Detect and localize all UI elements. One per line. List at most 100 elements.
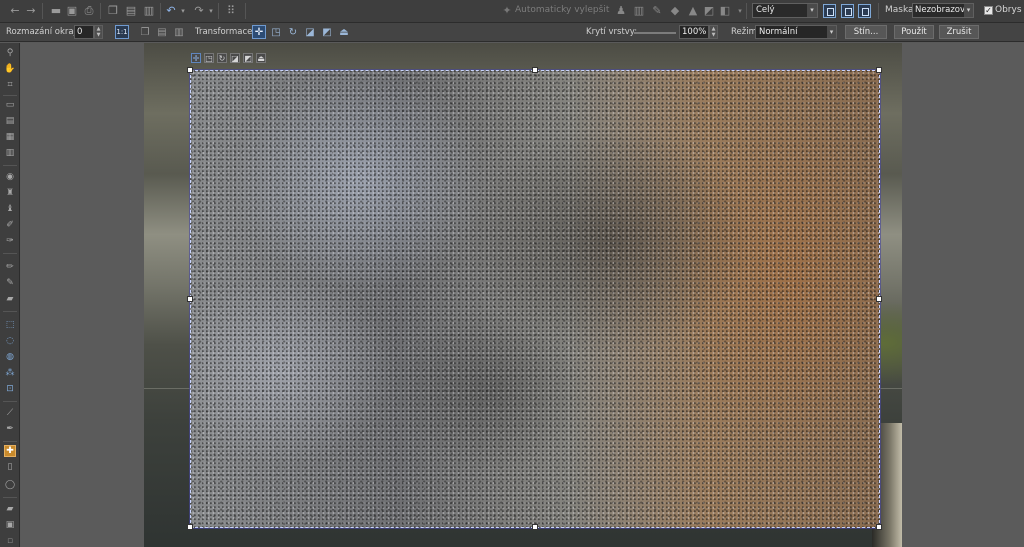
resize-handle-top-right[interactable]	[876, 67, 882, 73]
undo-dropdown-icon[interactable]: ▾	[176, 4, 190, 18]
sharpen-icon[interactable]: ◆	[668, 4, 682, 18]
scale-icon[interactable]: ◳	[204, 53, 214, 63]
wand-icon[interactable]: ✦	[500, 4, 514, 18]
redo-dropdown-icon[interactable]: ▾	[204, 4, 218, 18]
opacity-input[interactable]: 100%	[679, 25, 709, 39]
curves-icon[interactable]: ◩	[702, 4, 716, 18]
resize-handle-bottom-left[interactable]	[187, 524, 193, 530]
rotate-transform-icon[interactable]: ↻	[286, 25, 300, 39]
paste-icon[interactable]: ▤	[124, 4, 138, 18]
shadow-button[interactable]: Stín...	[845, 25, 887, 39]
copy-icon[interactable]: ❐	[106, 4, 120, 18]
print-icon[interactable]: ⎙	[82, 4, 96, 18]
move-transform-icon[interactable]: ✛	[252, 25, 266, 39]
resize-handle-top[interactable]	[532, 67, 538, 73]
distort-icon[interactable]: ◩	[243, 53, 253, 63]
brush-select-icon[interactable]: ⊡	[4, 383, 16, 395]
toolbar-separator	[218, 3, 219, 19]
red-eye-tool-icon[interactable]: ◉	[4, 171, 16, 183]
paste-new-icon[interactable]: ▥	[142, 4, 156, 18]
healing-tool-icon[interactable]: ♝	[4, 203, 16, 215]
more-tools-icon[interactable]: ▫	[4, 535, 16, 547]
arrange-icon[interactable]: ⠿	[224, 4, 238, 18]
rect-select-icon[interactable]: ⬚	[4, 319, 16, 331]
opacity-spinner[interactable]: ▲ ▼	[709, 25, 718, 39]
smudge-tool-icon[interactable]: ✑	[4, 235, 16, 247]
fill-tool-icon[interactable]: ▰	[4, 503, 16, 515]
cancel-button[interactable]: Zrušit	[939, 25, 979, 39]
distort-transform-icon[interactable]: ◩	[320, 25, 334, 39]
copy-layer-icon[interactable]: ❐	[138, 25, 152, 39]
text-tool-icon[interactable]: ▯	[4, 461, 16, 473]
perspective-icon[interactable]: ⏏	[256, 53, 266, 63]
hand-tool-icon[interactable]: ✋	[4, 63, 16, 75]
zoom-view-select[interactable]: Celý ▾	[752, 3, 818, 18]
crowd-icon[interactable]: ♟	[614, 4, 628, 18]
resize-handle-left[interactable]	[187, 296, 193, 302]
merge-layer-icon[interactable]: ▥	[172, 25, 186, 39]
wand-tool-icon[interactable]: ⟋	[4, 407, 16, 419]
scale-transform-icon[interactable]: ◳	[269, 25, 283, 39]
grid-tool-icon[interactable]: ▦	[4, 131, 16, 143]
zoom-tool-icon[interactable]: ⚲	[4, 47, 16, 59]
brush-icon[interactable]: ✎	[650, 4, 664, 18]
tool-separator	[3, 95, 17, 96]
blend-mode-select[interactable]: Normální ▾	[755, 25, 837, 39]
resize-handle-right[interactable]	[876, 296, 882, 302]
tone-icon[interactable]: ▲	[686, 4, 700, 18]
lasso-select-icon[interactable]: ◍	[4, 351, 16, 363]
shape-tool-icon[interactable]: ◯	[4, 479, 16, 491]
move-icon[interactable]: ✛	[191, 53, 201, 63]
tool-separator	[3, 311, 17, 312]
rotate-icon[interactable]: ↻	[217, 53, 227, 63]
transform-bounding-box[interactable]	[189, 69, 881, 529]
blend-mode-value: Normální	[759, 27, 798, 37]
levels-icon[interactable]: ▥	[632, 4, 646, 18]
more-dropdown-icon[interactable]: ▾	[733, 4, 747, 18]
toolbar-separator	[746, 3, 747, 19]
crop-tool-icon[interactable]: ⌗	[4, 79, 16, 91]
magic-select-icon[interactable]: ⁂	[4, 367, 16, 379]
perspective-tool-icon[interactable]: ▤	[4, 115, 16, 127]
actual-pixels-icon[interactable]: 1:1	[115, 25, 129, 39]
skew-icon[interactable]: ◪	[230, 53, 240, 63]
toolbar-separator	[878, 3, 879, 19]
save-icon[interactable]: ▣	[65, 4, 79, 18]
actual-size-icon[interactable]	[858, 4, 871, 18]
feather-label: Rozmazání okrajů:	[6, 27, 85, 37]
move-layer-tool-icon[interactable]: ✚	[4, 445, 16, 457]
resize-handle-top-left[interactable]	[187, 67, 193, 73]
auto-enhance-button[interactable]: Automaticky vylepšit	[515, 5, 609, 15]
ellipse-select-icon[interactable]: ◌	[4, 335, 16, 347]
zoom-view-value: Celý	[756, 5, 775, 15]
perspective-transform-icon[interactable]: ⏏	[337, 25, 351, 39]
color-icon[interactable]: ◧	[718, 4, 732, 18]
apply-button[interactable]: Použít	[894, 25, 934, 39]
straighten-tool-icon[interactable]: ▭	[4, 99, 16, 111]
color-swatch-icon[interactable]: ▣	[4, 519, 16, 531]
outline-checkbox[interactable]: ✓	[984, 6, 993, 15]
back-icon[interactable]: ←	[8, 4, 22, 18]
clone-stamp-icon[interactable]: ♜	[4, 187, 16, 199]
fit-height-icon[interactable]	[841, 4, 854, 18]
toolbar-separator	[160, 3, 161, 19]
opacity-slider[interactable]	[634, 32, 676, 34]
pencil-tool-icon[interactable]: ✏	[4, 261, 16, 273]
feather-spinner[interactable]: ▲ ▼	[94, 25, 103, 39]
paste-layer-icon[interactable]: ▤	[155, 25, 169, 39]
eraser-tool-icon[interactable]: ▰	[4, 293, 16, 305]
resize-handle-bottom-right[interactable]	[876, 524, 882, 530]
tool-separator	[3, 441, 17, 442]
fit-window-icon[interactable]	[823, 4, 836, 18]
feather-input[interactable]: 0	[74, 25, 94, 39]
dodge-tool-icon[interactable]: ✐	[4, 219, 16, 231]
open-folder-icon[interactable]: ▬	[49, 4, 63, 18]
brush-tool-icon[interactable]: ✎	[4, 277, 16, 289]
forward-icon[interactable]: →	[24, 4, 38, 18]
mask-select[interactable]: Nezobrazovat ▾	[912, 3, 974, 18]
gradient-tool-icon[interactable]: ✒	[4, 423, 16, 435]
skew-transform-icon[interactable]: ◪	[303, 25, 317, 39]
resize-tool-icon[interactable]: ▥	[4, 147, 16, 159]
resize-handle-bottom[interactable]	[532, 524, 538, 530]
outline-label: Obrys	[995, 5, 1022, 15]
